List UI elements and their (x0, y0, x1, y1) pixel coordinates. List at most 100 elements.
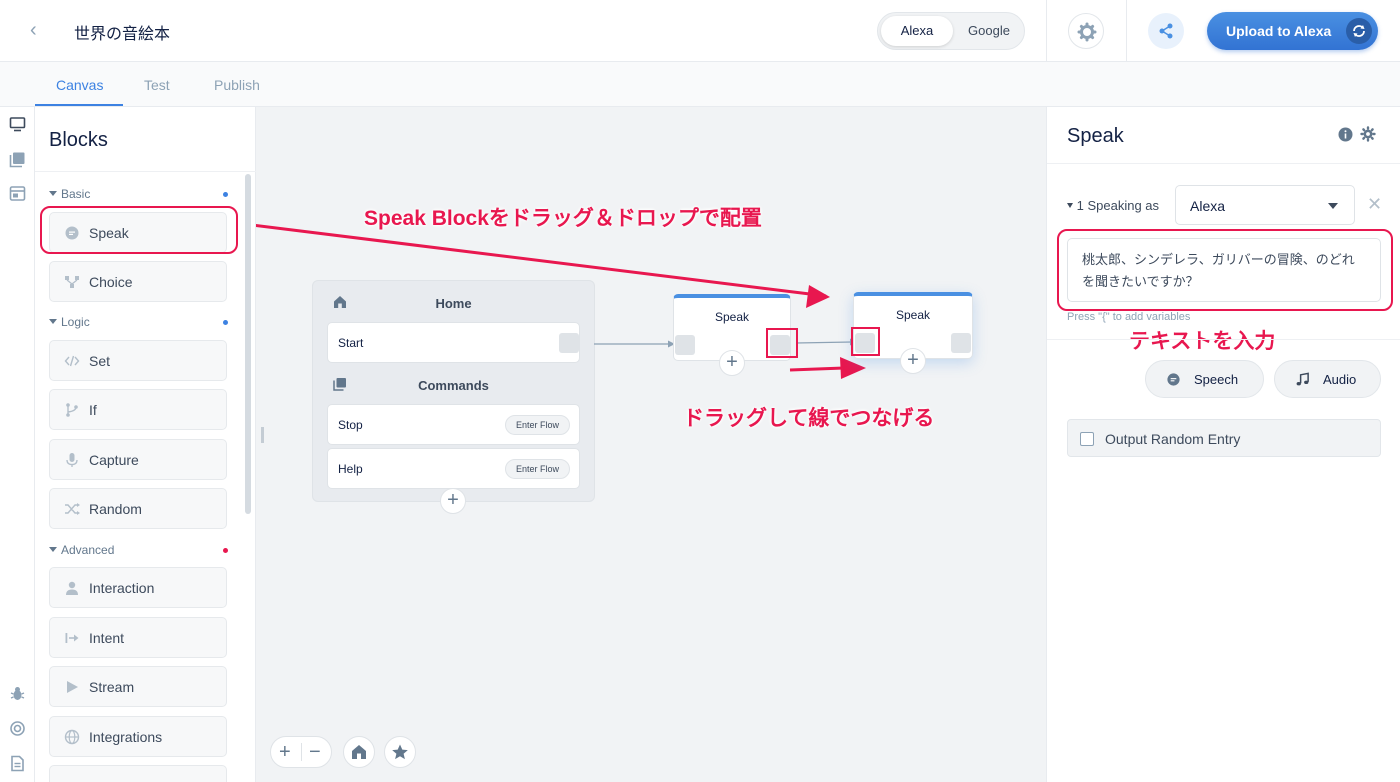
platform-google-option[interactable]: Google (955, 16, 1023, 46)
chat-bubble-icon (1167, 373, 1180, 386)
block-label: If (89, 402, 97, 418)
add-audio-button[interactable]: Audio (1274, 360, 1381, 398)
zoom-in-button[interactable]: + (279, 738, 291, 766)
annotation-arrowhead (806, 285, 830, 308)
input-port[interactable] (675, 335, 695, 355)
library-icon[interactable] (9, 151, 26, 168)
tab-bar: Canvas Test Publish (0, 62, 1400, 107)
divider (1126, 0, 1127, 62)
document-icon[interactable] (9, 755, 26, 772)
block-label: Stream (89, 679, 135, 695)
variables-hint: Press "{" to add variables (1067, 311, 1191, 323)
add-speech-button[interactable]: Speech (1145, 360, 1264, 398)
block-integrations[interactable]: Integrations (49, 716, 227, 757)
blocks-scrollbar[interactable] (245, 174, 251, 514)
chevron-down-icon (1328, 203, 1338, 209)
section-basic[interactable]: Basic (49, 187, 90, 201)
node-add-button[interactable]: + (719, 350, 745, 376)
block-capture[interactable]: Capture (49, 439, 227, 480)
divider (301, 743, 302, 761)
block-label: Choice (89, 274, 133, 290)
tab-canvas[interactable]: Canvas (56, 77, 103, 93)
output-random-entry-option[interactable]: Output Random Entry (1067, 419, 1381, 457)
tab-test[interactable]: Test (144, 77, 170, 93)
block-label: Set (89, 353, 111, 369)
home-view-button[interactable] (343, 736, 375, 768)
block-label: Intent (89, 630, 125, 646)
section-advanced[interactable]: Advanced (49, 543, 114, 557)
annotation-connect: ドラッグして線でつなげる (683, 407, 935, 430)
back-button[interactable]: ‹ (30, 20, 46, 40)
close-icon[interactable]: ✕ (1367, 194, 1382, 215)
section-logic[interactable]: Logic (49, 315, 90, 329)
output-port-highlight (766, 328, 798, 358)
bug-icon[interactable] (9, 685, 26, 702)
annotation-arrow-line (789, 366, 845, 372)
code-icon (64, 355, 80, 367)
output-random-checkbox[interactable] (1080, 432, 1094, 446)
block-choice[interactable]: Choice (49, 261, 227, 302)
tab-publish[interactable]: Publish (214, 77, 260, 93)
block-random[interactable]: Random (49, 488, 227, 529)
speaking-as-label: 1 Speaking as (1076, 198, 1160, 213)
play-icon (67, 681, 78, 693)
status-dot (223, 192, 228, 197)
upload-button[interactable]: Upload to Alexa (1207, 12, 1378, 50)
speak-block-highlight (40, 206, 238, 254)
audio-label: Audio (1323, 372, 1357, 387)
refresh-icon[interactable] (1346, 18, 1372, 44)
block-intent[interactable]: Intent (49, 617, 227, 658)
divider (35, 171, 256, 172)
speaking-as-value: Alexa (1190, 198, 1226, 214)
zoom-out-button[interactable]: − (309, 738, 321, 766)
favorites-button[interactable] (384, 736, 416, 768)
gear-icon (1077, 22, 1097, 42)
block-set[interactable]: Set (49, 340, 227, 381)
fork-icon (66, 403, 78, 417)
speak-node-title: Speak (895, 308, 931, 322)
platform-toggle: Alexa Google (877, 12, 1025, 50)
block-if[interactable]: If (49, 389, 227, 430)
person-icon (66, 581, 78, 595)
output-random-label: Output Random Entry (1105, 431, 1241, 447)
active-tab-indicator (35, 104, 123, 106)
icon-rail (0, 107, 35, 782)
branch-icon (65, 276, 79, 288)
divider (1047, 339, 1400, 340)
blocks-title: Blocks (49, 129, 108, 151)
annotation-drag-drop: Speak Blockをドラッグ＆ドロップで配置 (364, 207, 762, 230)
share-icon (1159, 23, 1173, 39)
share-button[interactable] (1148, 13, 1184, 49)
section-label: Advanced (61, 543, 115, 557)
speak-editor-panel: Speak 1 Speaking as Alexa ✕ 桃太郎、シンデレラ、ガリ… (1046, 107, 1400, 782)
speech-label: Speech (1194, 372, 1239, 387)
annotation-arrow-line (256, 223, 827, 298)
arrow-right-bar-icon (65, 633, 79, 643)
status-dot (223, 548, 228, 553)
divider (1046, 0, 1047, 62)
canvas[interactable]: Home Start Commands Stop Enter Flow Help… (256, 107, 1046, 782)
connection-line (795, 341, 853, 344)
blocks-panel: Blocks Basic Speak Choice Logic Set If C… (35, 107, 256, 782)
monitor-icon[interactable] (9, 116, 26, 133)
help-ring-icon[interactable] (9, 720, 26, 737)
node-add-button[interactable]: + (900, 348, 926, 374)
top-bar: ‹ 世界の音絵本 Alexa Google Upload to Alexa (0, 0, 1400, 62)
block-stream[interactable]: Stream (49, 666, 227, 707)
window-icon[interactable] (9, 185, 26, 202)
input-port-highlight (851, 327, 880, 356)
upload-label: Upload to Alexa (1226, 23, 1332, 39)
speaking-as-toggle[interactable]: 1 Speaking as (1067, 198, 1159, 213)
globe-icon (64, 729, 80, 745)
block-interaction[interactable]: Interaction (49, 567, 227, 608)
speak-node-title: Speak (714, 310, 750, 324)
settings-button[interactable] (1068, 13, 1104, 49)
output-port[interactable] (951, 333, 971, 353)
gear-icon[interactable] (1360, 126, 1376, 142)
speaking-as-select[interactable]: Alexa (1175, 185, 1355, 225)
block-partial[interactable] (49, 765, 227, 782)
info-icon[interactable] (1338, 127, 1353, 142)
project-title: 世界の音絵本 (74, 26, 171, 43)
block-label: Integrations (89, 729, 163, 745)
platform-alexa-option[interactable]: Alexa (881, 16, 953, 46)
